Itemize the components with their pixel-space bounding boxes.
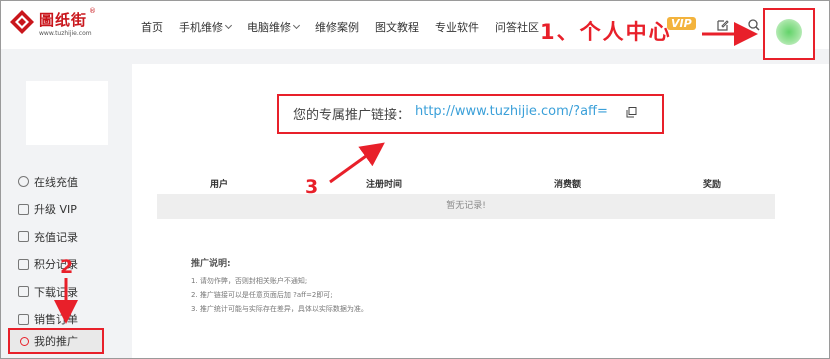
annotation-arrows: [54, 22, 758, 324]
arrow-to-promo-link: [329, 142, 385, 184]
